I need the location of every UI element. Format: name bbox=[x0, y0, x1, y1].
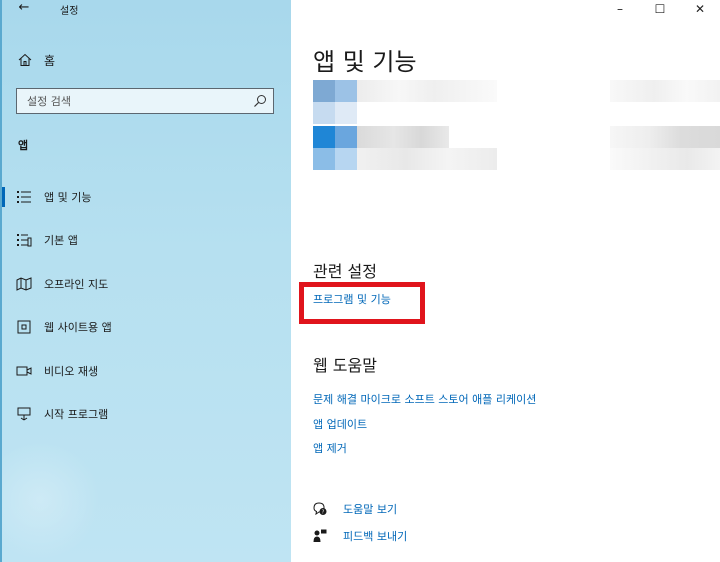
blurred-app-icon bbox=[335, 102, 357, 124]
apps-for-websites-icon bbox=[17, 320, 31, 334]
sidebar-item-label: 시작 프로그램 bbox=[44, 408, 109, 421]
title-bar: ← 설정 bbox=[0, 0, 291, 20]
svg-text:?: ? bbox=[322, 510, 325, 516]
settings-search-input[interactable] bbox=[17, 89, 247, 113]
blurred-app-name bbox=[357, 126, 449, 148]
blurred-app-size bbox=[610, 80, 720, 102]
get-help-icon: ? bbox=[313, 502, 327, 516]
window-title: 설정 bbox=[60, 6, 79, 17]
app-uninstall-link[interactable]: 앱 제거 bbox=[313, 440, 347, 456]
blurred-app-icon bbox=[335, 80, 357, 102]
related-settings-heading: 관련 설정 bbox=[313, 262, 377, 281]
give-feedback-label: 피드백 보내기 bbox=[343, 530, 408, 543]
minimize-button[interactable]: – bbox=[600, 0, 640, 20]
offline-maps-icon bbox=[16, 277, 32, 291]
blurred-app-icon bbox=[335, 126, 357, 148]
sidebar-item-apps-for-websites[interactable]: 웹 사이트용 앱 bbox=[0, 313, 291, 341]
home-label: 홈 bbox=[44, 53, 56, 68]
settings-search-box[interactable] bbox=[16, 88, 274, 114]
blurred-app-size bbox=[610, 126, 720, 148]
apps-features-icon bbox=[17, 191, 31, 203]
blurred-app-icon bbox=[313, 80, 335, 102]
page-title: 앱 및 기능 bbox=[313, 48, 417, 76]
blurred-app-icon bbox=[313, 102, 335, 124]
blurred-app-icon bbox=[335, 148, 357, 170]
blurred-app-publisher bbox=[357, 148, 497, 170]
web-help-heading: 웹 도움말 bbox=[313, 356, 377, 375]
sidebar-item-offline-maps[interactable]: 오프라인 지도 bbox=[0, 270, 291, 298]
red-highlight-box bbox=[299, 282, 425, 324]
settings-sidebar: ← 설정 홈 앱 앱 및 기능 기본 앱 bbox=[0, 0, 291, 562]
home-nav-item[interactable]: 홈 bbox=[18, 50, 55, 70]
search-icon[interactable] bbox=[253, 94, 267, 108]
window-controls: – ☐ ✕ bbox=[600, 0, 720, 20]
app-update-link[interactable]: 앱 업데이트 bbox=[313, 416, 367, 432]
sidebar-item-label: 비디오 재생 bbox=[44, 365, 99, 378]
sidebar-item-default-apps[interactable]: 기본 앱 bbox=[0, 226, 291, 254]
give-feedback-link[interactable]: 피드백 보내기 bbox=[313, 527, 407, 545]
troubleshoot-store-apps-link[interactable]: 문제 해결 마이크로 소프트 스토어 애플 리케이션 bbox=[313, 391, 536, 407]
section-label-apps: 앱 bbox=[18, 139, 29, 152]
get-help-link[interactable]: ? 도움말 보기 bbox=[313, 500, 397, 518]
get-help-label: 도움말 보기 bbox=[343, 503, 398, 516]
give-feedback-icon bbox=[313, 529, 327, 542]
sidebar-item-apps-features[interactable]: 앱 및 기능 bbox=[0, 183, 291, 211]
video-playback-icon bbox=[16, 366, 32, 376]
close-button[interactable]: ✕ bbox=[680, 0, 720, 20]
default-apps-icon bbox=[17, 234, 32, 247]
selected-indicator bbox=[2, 187, 5, 207]
sidebar-item-label: 오프라인 지도 bbox=[44, 278, 109, 291]
sidebar-item-label: 앱 및 기능 bbox=[44, 191, 92, 204]
blurred-app-icon bbox=[313, 126, 335, 148]
startup-icon bbox=[17, 407, 31, 421]
maximize-button[interactable]: ☐ bbox=[640, 0, 680, 20]
blurred-app-icon bbox=[313, 148, 335, 170]
sidebar-item-label: 웹 사이트용 앱 bbox=[44, 321, 112, 334]
blurred-app-date bbox=[610, 148, 720, 170]
home-icon bbox=[18, 53, 32, 66]
sidebar-item-label: 기본 앱 bbox=[44, 234, 78, 247]
blurred-app-name bbox=[357, 80, 497, 102]
sidebar-item-video-playback[interactable]: 비디오 재생 bbox=[0, 357, 291, 385]
back-button[interactable]: ← bbox=[14, 0, 34, 18]
sidebar-item-startup[interactable]: 시작 프로그램 bbox=[0, 400, 291, 428]
